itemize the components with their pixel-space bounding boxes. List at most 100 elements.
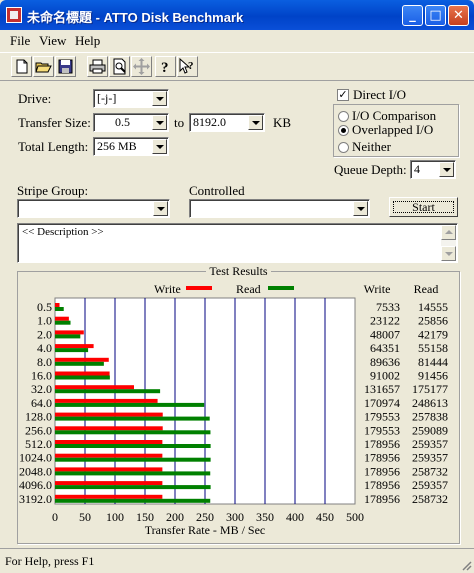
x-tick-label: 500 — [346, 510, 364, 524]
neither-radio[interactable] — [338, 142, 349, 153]
write-value: 131657 — [364, 382, 400, 396]
kb-label: KB — [273, 115, 292, 130]
read-bar — [55, 457, 211, 462]
read-value: 55158 — [418, 341, 448, 355]
chevron-down-icon[interactable] — [152, 115, 167, 130]
write-value: 178956 — [364, 492, 400, 506]
read-value: 259089 — [412, 423, 448, 437]
transfer-size-from-value: 0.5 — [115, 115, 130, 129]
y-category-label: 64.0 — [31, 396, 52, 410]
overlapped-io-radio[interactable] — [338, 125, 349, 136]
read-value: 81444 — [418, 355, 448, 369]
chevron-down-icon[interactable] — [248, 115, 263, 130]
write-bar — [55, 316, 69, 321]
help-icon[interactable]: ? — [155, 56, 176, 77]
y-category-label: 1024.0 — [19, 451, 52, 465]
read-value: 257838 — [412, 410, 448, 424]
chevron-down-icon[interactable] — [153, 201, 168, 216]
write-bar — [55, 344, 94, 349]
menu-file[interactable]: File — [10, 33, 30, 49]
chevron-down-icon[interactable] — [439, 162, 454, 177]
y-category-label: 1.0 — [37, 314, 52, 328]
open-icon[interactable] — [33, 56, 54, 77]
save-icon[interactable] — [55, 56, 76, 77]
write-bar — [55, 453, 163, 458]
status-bar: For Help, press F1 — [0, 548, 474, 573]
stripe-group-select[interactable] — [17, 199, 170, 218]
minimize-button[interactable]: _ — [402, 5, 423, 26]
description-text: << Description >> — [22, 226, 104, 238]
resize-grip-icon[interactable] — [460, 559, 472, 571]
read-value: 248613 — [412, 396, 448, 410]
write-value: 91002 — [370, 369, 400, 383]
menu-bar: File View Help — [0, 30, 474, 50]
write-value: 178956 — [364, 464, 400, 478]
transfer-size-from-select[interactable]: 0.5 — [93, 113, 169, 132]
transfer-size-to-select[interactable]: 8192.0 — [189, 113, 265, 132]
new-icon[interactable] — [11, 56, 32, 77]
window-title: 未命名標題 - ATTO Disk Benchmark — [27, 10, 244, 25]
x-tick-label: 450 — [316, 510, 334, 524]
read-bar — [55, 498, 211, 503]
print-preview-icon[interactable] — [109, 56, 130, 77]
print-icon[interactable] — [87, 56, 108, 77]
drive-select[interactable]: [-j-] — [93, 89, 169, 108]
write-value: 178956 — [364, 437, 400, 451]
overlapped-io-label: Overlapped I/O — [352, 122, 434, 137]
controlled-label: Controlled — [189, 183, 245, 198]
app-icon[interactable] — [6, 7, 22, 23]
transfer-size-to-value: 8192.0 — [193, 115, 226, 129]
read-value: 91456 — [418, 369, 448, 383]
maximize-button[interactable]: □ — [425, 5, 446, 26]
drive-value: [-j-] — [97, 91, 117, 105]
chevron-down-icon[interactable] — [353, 201, 368, 216]
write-bar — [55, 440, 163, 444]
total-length-value: 256 MB — [97, 139, 137, 153]
results-chart: Write Read Write Read 0.51.02.04.08.016.… — [19, 282, 448, 537]
write-bar — [55, 398, 158, 403]
direct-io-checkbox[interactable]: ✓ — [337, 89, 349, 101]
chevron-down-icon[interactable] — [152, 139, 167, 154]
read-column-header: Read — [414, 282, 439, 296]
read-bar — [55, 375, 110, 380]
stripe-group-label: Stripe Group: — [17, 183, 89, 198]
queue-depth-label: Queue Depth: — [334, 162, 407, 177]
y-category-label: 4.0 — [37, 341, 52, 355]
svg-text:?: ? — [161, 60, 169, 76]
total-length-select[interactable]: 256 MB — [93, 137, 169, 156]
queue-depth-select[interactable]: 4 — [410, 160, 456, 179]
context-help-icon[interactable]: ? — [177, 56, 198, 77]
read-bar — [55, 334, 81, 339]
write-bar — [55, 371, 110, 376]
title-bar[interactable]: 未命名標題 - ATTO Disk Benchmark _ □ ✕ — [0, 0, 474, 30]
close-button[interactable]: ✕ — [448, 5, 469, 26]
direct-io-label: Direct I/O — [353, 87, 407, 102]
write-bar — [55, 467, 163, 472]
start-button[interactable]: Start — [389, 197, 458, 217]
y-category-label: 16.0 — [31, 369, 52, 383]
menu-view[interactable]: View — [39, 33, 66, 49]
write-value: 178956 — [364, 451, 400, 465]
scroll-up-icon[interactable] — [441, 225, 456, 240]
y-category-label: 2048.0 — [19, 464, 52, 478]
y-category-label: 3192.0 — [19, 492, 52, 506]
chevron-down-icon[interactable] — [152, 91, 167, 106]
move-icon[interactable] — [131, 56, 152, 77]
menu-help[interactable]: Help — [75, 33, 100, 49]
controlled-select[interactable] — [189, 199, 370, 218]
description-scrollbar[interactable] — [441, 225, 456, 261]
x-axis-label: Transfer Rate - MB / Sec — [145, 523, 266, 537]
test-results-group: Test Results Write Read Write Read 0.5 1.… — [17, 264, 460, 544]
scroll-down-icon[interactable] — [441, 246, 456, 261]
start-button-label: Start — [393, 201, 454, 213]
write-bar — [55, 494, 163, 499]
read-bar — [55, 430, 211, 435]
read-value: 175177 — [412, 382, 448, 396]
y-category-label: 2.0 — [37, 327, 52, 341]
write-value: 7533 — [376, 300, 400, 314]
write-bar — [55, 385, 134, 390]
x-tick-label: 100 — [106, 510, 124, 524]
io-comparison-radio[interactable] — [338, 111, 349, 122]
description-textarea[interactable]: << Description >> — [17, 223, 458, 263]
write-value: 178956 — [364, 478, 400, 492]
